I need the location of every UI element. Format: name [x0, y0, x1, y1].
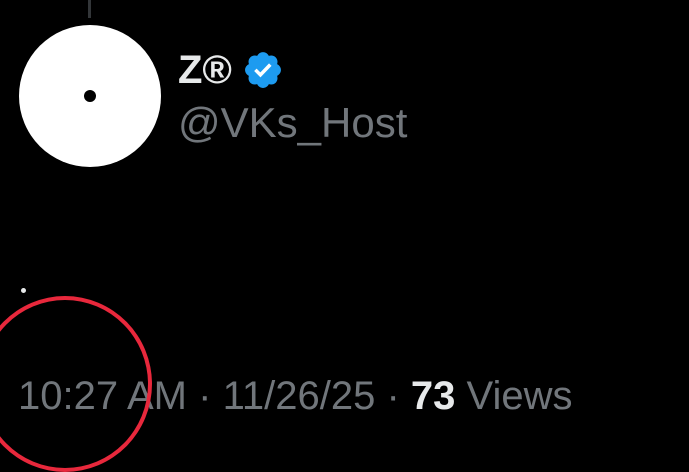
thread-connector-line — [88, 0, 91, 18]
verified-badge-icon[interactable] — [242, 49, 284, 91]
post-metadata-row: 10:27 AM · 11/26/25 · 73 Views — [18, 376, 573, 416]
author-handle[interactable]: @VKs_Host — [178, 102, 407, 144]
meta-separator: · — [198, 374, 212, 418]
views-label[interactable]: Views — [467, 374, 573, 418]
post-date[interactable]: 11/26/25 — [223, 374, 376, 418]
tweet-body-dot — [21, 288, 26, 293]
avatar[interactable] — [19, 25, 161, 167]
author-display-name[interactable]: Z® — [178, 50, 232, 90]
author-name-row: Z® — [178, 44, 284, 96]
meta-separator: · — [386, 374, 400, 418]
post-time[interactable]: 10:27 AM — [18, 374, 187, 418]
avatar-center-dot — [84, 90, 96, 102]
views-count[interactable]: 73 — [411, 374, 456, 418]
